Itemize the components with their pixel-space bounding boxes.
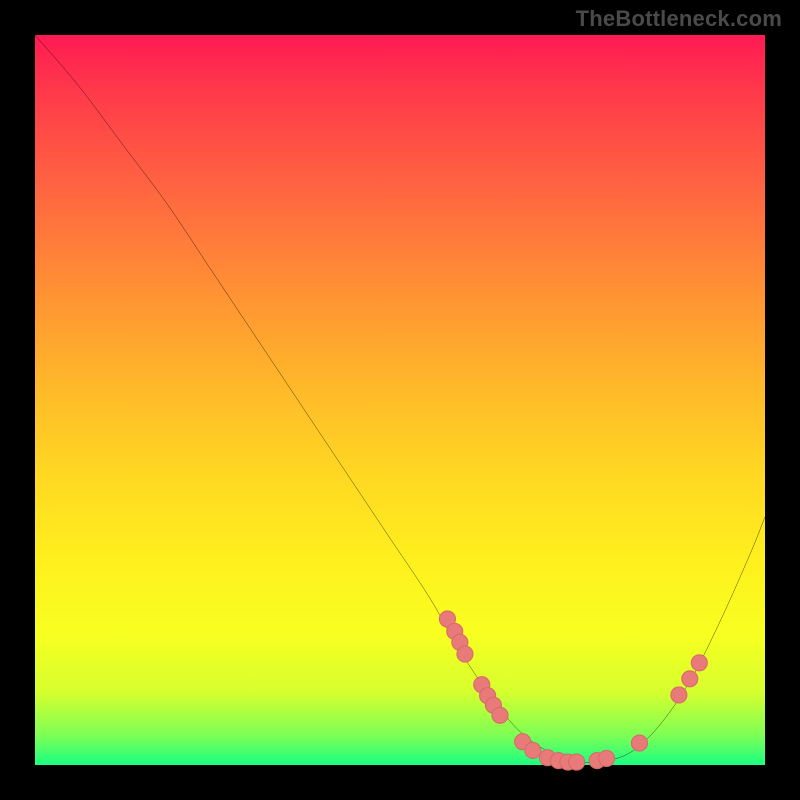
- marker-layer: [439, 611, 707, 770]
- data-marker: [682, 671, 698, 687]
- data-marker: [599, 750, 615, 766]
- data-marker: [457, 646, 473, 662]
- chart-frame: TheBottleneck.com: [0, 0, 800, 800]
- data-marker: [492, 707, 508, 723]
- watermark-text: TheBottleneck.com: [576, 6, 782, 32]
- data-marker: [671, 687, 687, 703]
- data-marker: [525, 742, 541, 758]
- data-marker: [691, 655, 707, 671]
- data-marker: [631, 735, 647, 751]
- bottleneck-curve: [35, 35, 765, 763]
- chart-overlay: [35, 35, 765, 765]
- data-marker: [569, 754, 585, 770]
